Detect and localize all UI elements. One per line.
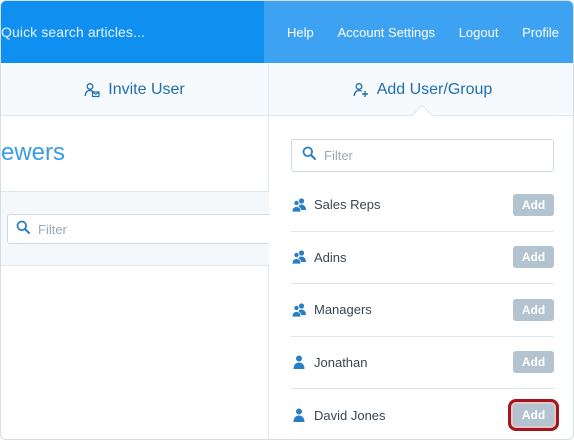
tab-invite-user-label: Invite User <box>108 80 185 98</box>
add-user-icon <box>353 82 369 98</box>
item-label: Sales Reps <box>314 197 381 213</box>
search-icon <box>16 220 30 239</box>
add-button[interactable]: Add <box>513 351 554 374</box>
nav-logout-link[interactable]: Logout <box>459 25 499 40</box>
add-button[interactable]: Add <box>513 246 554 269</box>
app-window: Quick search articles... Help Account Se… <box>0 0 574 440</box>
list-item: Adins Add <box>291 232 554 284</box>
add-button-highlighted[interactable]: Add <box>508 399 559 432</box>
item-label: Adins <box>314 249 347 265</box>
list-item: Managers Add <box>291 284 554 337</box>
nav-profile-link[interactable]: Profile <box>522 25 559 40</box>
quick-search[interactable]: Quick search articles... <box>1 1 264 63</box>
add-button[interactable]: Add <box>513 193 554 216</box>
search-icon <box>302 146 316 165</box>
top-nav: Help Account Settings Logout Profile <box>264 1 573 63</box>
viewers-panel: ewers Filter <box>1 117 269 439</box>
search-placeholder: Quick search articles... <box>1 24 145 40</box>
list-item: David Jones Add <box>291 389 559 439</box>
group-icon <box>291 197 307 213</box>
tab-add-user-group-label: Add User/Group <box>376 80 493 98</box>
nav-help-link[interactable]: Help <box>287 25 314 40</box>
user-group-filter-input[interactable]: Filter <box>291 139 554 172</box>
list-item: Jonathan Add <box>291 337 554 389</box>
user-icon <box>291 407 307 423</box>
group-icon <box>291 249 307 265</box>
nav-account-settings-link[interactable]: Account Settings <box>337 25 435 40</box>
filter-placeholder: Filter <box>324 148 353 163</box>
top-bar: Quick search articles... Help Account Se… <box>1 1 573 63</box>
user-group-list: Sales Reps Add Adins Add Managers Add Jo… <box>291 179 559 439</box>
item-label: David Jones <box>314 407 386 423</box>
add-user-group-panel: Filter Sales Reps Add Adins Add Managers… <box>270 117 573 439</box>
item-label: Jonathan <box>314 354 368 370</box>
invite-user-icon <box>84 82 100 98</box>
add-button[interactable]: Add <box>513 298 554 321</box>
group-icon <box>291 302 307 318</box>
user-icon <box>291 354 307 370</box>
filter-band: Filter <box>1 191 269 266</box>
tab-bar: Invite User Add User/Group <box>1 63 573 116</box>
tab-invite-user[interactable]: Invite User <box>1 63 269 116</box>
viewers-filter-input[interactable]: Filter <box>7 214 269 244</box>
filter-placeholder: Filter <box>38 221 67 237</box>
panel-title: ewers <box>1 139 66 166</box>
item-label: Managers <box>314 302 372 318</box>
list-item: Sales Reps Add <box>291 179 554 232</box>
